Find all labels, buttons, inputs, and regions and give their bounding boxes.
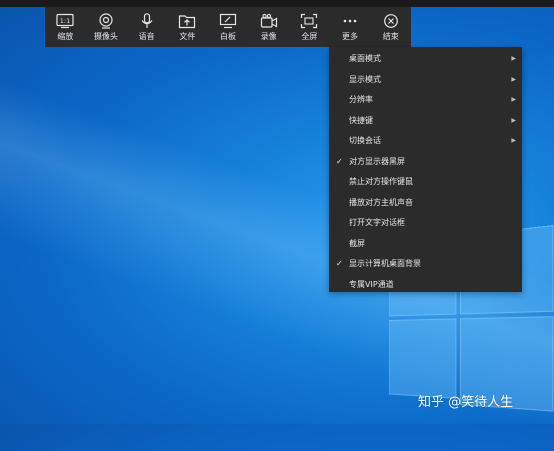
more-label: 更多 bbox=[342, 31, 359, 41]
menu-item-desktop-mode[interactable]: 桌面模式 ▶ bbox=[329, 49, 522, 70]
menu-item-shortcuts[interactable]: 快捷键 ▶ bbox=[329, 111, 522, 132]
menu-item-play-remote-audio[interactable]: 播放对方主机声音 bbox=[329, 193, 522, 214]
camera-label: 摄像头 bbox=[94, 31, 118, 41]
more-button[interactable]: 更多 bbox=[330, 7, 371, 47]
voice-button[interactable]: 语音 bbox=[126, 7, 167, 47]
menu-item-blackout-remote-display[interactable]: ✓ 对方显示器黑屏 bbox=[329, 152, 522, 173]
end-button[interactable]: 结束 bbox=[370, 7, 411, 47]
menu-item-open-chat[interactable]: 打开文字对话框 bbox=[329, 213, 522, 234]
record-label: 录像 bbox=[260, 31, 277, 41]
checkmark-icon: ✓ bbox=[336, 259, 343, 268]
menu-item-label: 显示计算机桌面背景 bbox=[349, 259, 421, 268]
voice-label: 语音 bbox=[138, 31, 155, 41]
submenu-arrow-icon: ▶ bbox=[511, 116, 516, 124]
menu-item-label: 显示模式 bbox=[349, 74, 381, 84]
record-button[interactable]: 录像 bbox=[248, 7, 289, 47]
file-upload-icon bbox=[178, 13, 196, 29]
menu-item-label: 专属VIP通道 bbox=[349, 279, 394, 289]
video-record-icon bbox=[260, 13, 278, 29]
whiteboard-label: 白板 bbox=[220, 31, 237, 41]
fullscreen-label: 全屏 bbox=[301, 31, 318, 41]
submenu-arrow-icon: ▶ bbox=[511, 75, 516, 83]
menu-item-label: 快捷键 bbox=[349, 115, 373, 125]
submenu-arrow-icon: ▶ bbox=[511, 96, 516, 103]
more-icon bbox=[341, 13, 359, 29]
menu-item-display-mode[interactable]: 显示模式 ▶ bbox=[329, 70, 522, 91]
watermark-text: 知乎 @笑待人生 bbox=[418, 395, 514, 410]
menu-item-label: 桌面模式 bbox=[349, 54, 381, 63]
menu-item-label: 分辨率 bbox=[349, 95, 373, 104]
end-label: 结束 bbox=[382, 31, 399, 41]
menu-item-screenshot[interactable]: 截屏 bbox=[329, 234, 522, 255]
fullscreen-button[interactable]: 全屏 bbox=[289, 7, 330, 47]
remote-toolbar: 1:1 缩放 摄像头 语音 文件 白板 录像 全屏 更多 结束 bbox=[45, 7, 411, 47]
menu-item-switch-session[interactable]: 切换会话 ▶ bbox=[329, 131, 522, 152]
menu-item-label: 截屏 bbox=[349, 238, 365, 248]
whiteboard-icon bbox=[219, 13, 237, 29]
menu-item-resolution[interactable]: 分辨率 ▶ bbox=[329, 90, 522, 111]
checkmark-icon: ✓ bbox=[336, 156, 343, 166]
camera-icon bbox=[97, 12, 115, 29]
zoom-1to1-icon: 1:1 bbox=[56, 13, 74, 29]
zoom-label: 缩放 bbox=[57, 31, 74, 41]
close-circle-icon bbox=[382, 13, 400, 29]
menu-item-label: 播放对方主机声音 bbox=[349, 197, 413, 207]
menu-item-show-wallpaper[interactable]: ✓ 显示计算机桌面背景 bbox=[329, 254, 522, 275]
svg-text:1:1: 1:1 bbox=[60, 17, 70, 25]
menu-item-block-input[interactable]: 禁止对方操作键鼠 bbox=[329, 172, 522, 193]
menu-item-label: 打开文字对话框 bbox=[349, 218, 405, 227]
submenu-arrow-icon: ▶ bbox=[511, 137, 516, 144]
menu-item-label: 对方显示器黑屏 bbox=[349, 156, 405, 166]
more-menu: 桌面模式 ▶ 显示模式 ▶ 分辨率 ▶ 快捷键 ▶ 切换会话 ▶ ✓ 对方显示器… bbox=[329, 47, 522, 292]
file-button[interactable]: 文件 bbox=[167, 7, 208, 47]
whiteboard-button[interactable]: 白板 bbox=[208, 7, 249, 47]
zoom-button[interactable]: 1:1 缩放 bbox=[45, 7, 86, 47]
menu-item-label: 禁止对方操作键鼠 bbox=[349, 177, 413, 186]
camera-button[interactable]: 摄像头 bbox=[86, 7, 127, 47]
submenu-arrow-icon: ▶ bbox=[511, 55, 516, 62]
microphone-icon bbox=[138, 12, 156, 29]
fullscreen-icon bbox=[300, 13, 318, 29]
file-label: 文件 bbox=[179, 31, 196, 41]
menu-item-vip-channel[interactable]: 专属VIP通道 bbox=[329, 275, 522, 296]
menu-item-label: 切换会话 bbox=[349, 136, 381, 145]
